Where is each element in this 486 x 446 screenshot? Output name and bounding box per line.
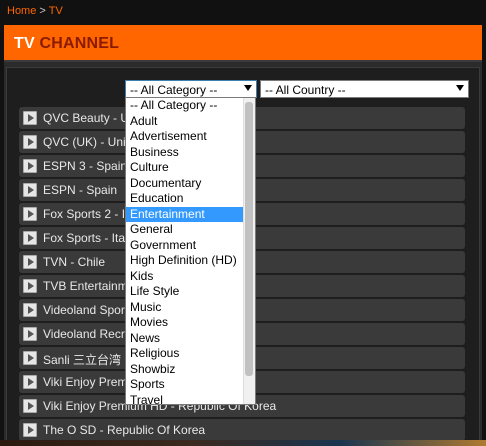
- category-option[interactable]: Showbiz: [126, 362, 255, 378]
- category-option[interactable]: Kids: [126, 269, 255, 285]
- dropdown-scrollbar[interactable]: [243, 98, 255, 404]
- category-option[interactable]: News: [126, 331, 255, 347]
- play-icon[interactable]: [23, 159, 37, 173]
- play-icon[interactable]: [23, 279, 37, 293]
- channel-name: Fox Sports 2 - I: [43, 207, 126, 221]
- title-part-tv: TV: [14, 35, 35, 52]
- category-option[interactable]: Religious: [126, 346, 255, 362]
- category-option[interactable]: Sports: [126, 377, 255, 393]
- category-option[interactable]: General: [126, 222, 255, 238]
- play-icon[interactable]: [23, 111, 37, 125]
- dropdown-scroll-thumb[interactable]: [245, 102, 253, 376]
- category-option[interactable]: Documentary: [126, 176, 255, 192]
- chevron-down-icon: [456, 85, 464, 91]
- play-icon[interactable]: [23, 399, 37, 413]
- category-option[interactable]: Government: [126, 238, 255, 254]
- category-option[interactable]: Music: [126, 300, 255, 316]
- category-option[interactable]: Education: [126, 191, 255, 207]
- play-icon[interactable]: [23, 135, 37, 149]
- channel-name: Fox Sports - Ita: [43, 231, 126, 245]
- play-icon[interactable]: [23, 375, 37, 389]
- category-option[interactable]: Advertisement: [126, 129, 255, 145]
- category-option[interactable]: Adult: [126, 114, 255, 130]
- category-option[interactable]: Entertainment: [126, 206, 255, 222]
- bottom-banner-image: [0, 440, 486, 446]
- category-dropdown-list[interactable]: -- All Category -- Adult Advertisement Busi…: [125, 97, 256, 405]
- play-icon[interactable]: [23, 327, 37, 341]
- country-select-value: -- All Country --: [265, 83, 346, 97]
- play-icon[interactable]: [23, 207, 37, 221]
- channel-name: The O SD - Republic Of Korea: [43, 423, 206, 437]
- page-title: TV CHANNEL: [14, 35, 119, 53]
- play-icon[interactable]: [23, 231, 37, 245]
- play-icon[interactable]: [23, 183, 37, 197]
- country-select[interactable]: -- All Country --: [260, 80, 469, 98]
- category-option[interactable]: -- All Category --: [126, 98, 255, 114]
- category-select-value: -- All Category --: [130, 83, 218, 97]
- channel-name: ESPN 3 - Spain: [43, 159, 128, 173]
- play-icon[interactable]: [23, 423, 37, 437]
- breadcrumb: Home > TV: [7, 5, 63, 17]
- breadcrumb-separator: >: [39, 5, 46, 17]
- panel-header: TV CHANNEL: [4, 25, 482, 62]
- category-option[interactable]: Movies: [126, 315, 255, 331]
- play-icon[interactable]: [23, 255, 37, 269]
- breadcrumb-home-link[interactable]: Home: [7, 5, 36, 17]
- play-icon[interactable]: [23, 303, 37, 317]
- channel-name: TVN - Chile: [43, 255, 106, 269]
- category-option[interactable]: Life Style: [126, 284, 255, 300]
- category-option[interactable]: Business: [126, 145, 255, 161]
- channel-name: QVC (UK) - Uni: [43, 135, 126, 149]
- category-option[interactable]: Travel: [126, 393, 255, 405]
- breadcrumb-current[interactable]: TV: [49, 5, 63, 17]
- title-part-channel: CHANNEL: [39, 35, 120, 52]
- channel-name: QVC Beauty - U: [43, 111, 130, 125]
- channel-name: ESPN - Spain: [43, 183, 118, 197]
- play-icon[interactable]: [23, 351, 37, 365]
- chevron-down-icon: [244, 85, 252, 91]
- channel-row[interactable]: The O SD - Republic Of Korea: [19, 419, 465, 441]
- category-option[interactable]: High Definition (HD): [126, 253, 255, 269]
- category-option[interactable]: Culture: [126, 160, 255, 176]
- category-select[interactable]: -- All Category --: [125, 80, 257, 98]
